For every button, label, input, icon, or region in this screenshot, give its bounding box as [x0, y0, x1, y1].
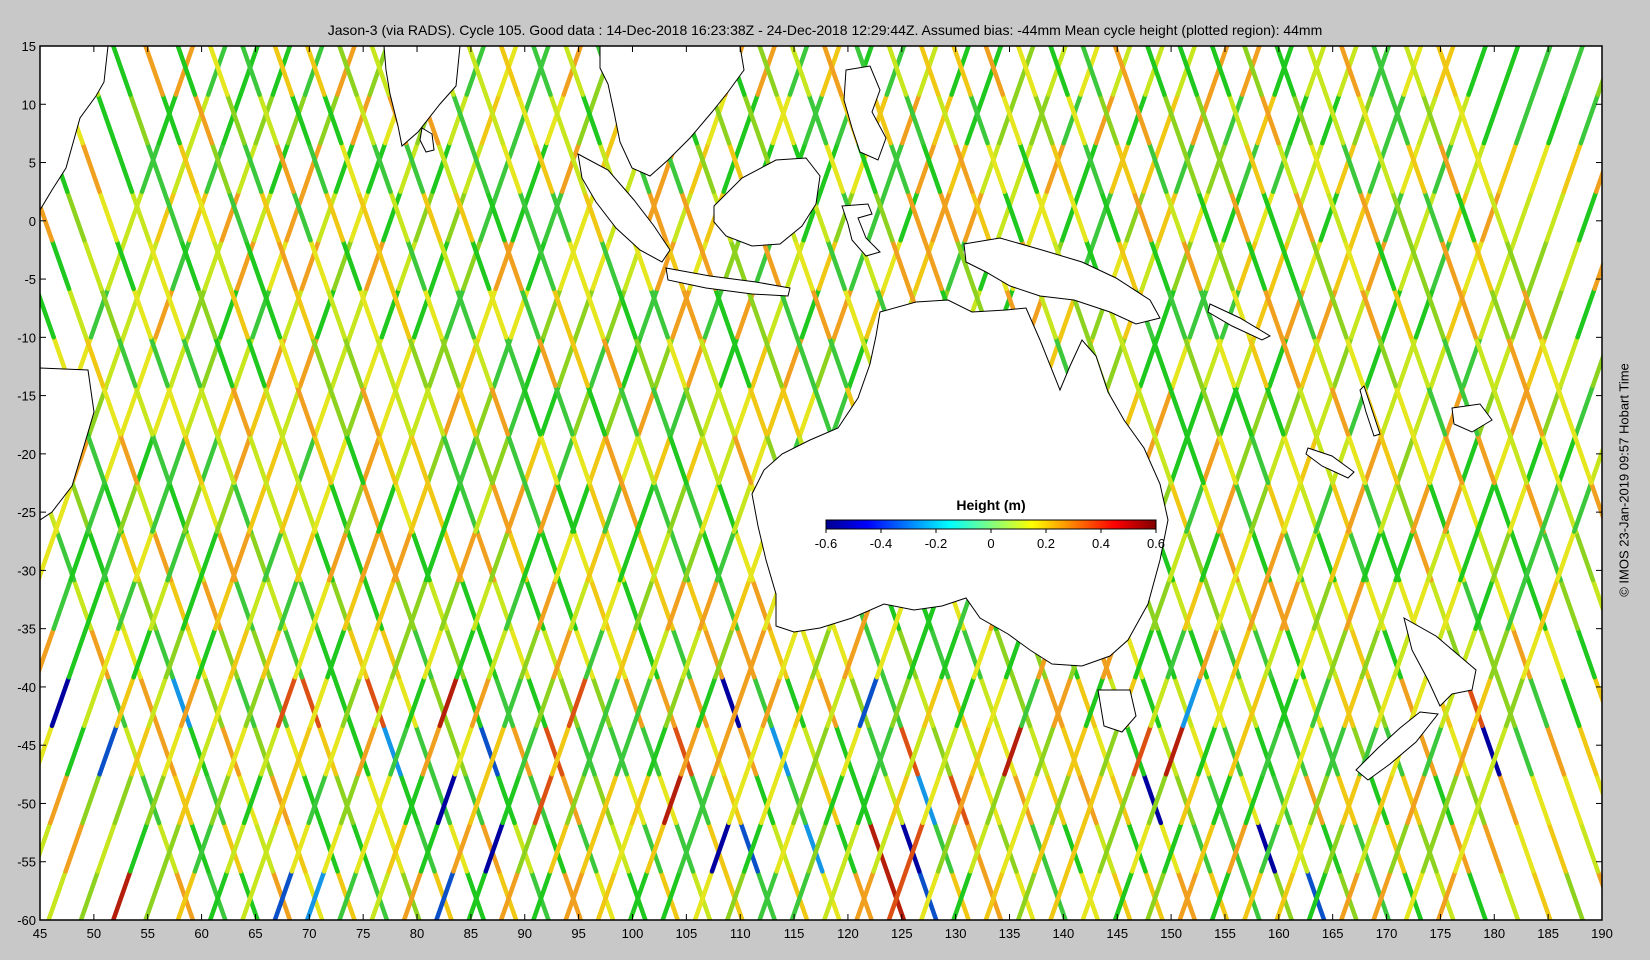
- x-tick-label: 80: [410, 926, 424, 941]
- y-tick-label: 0: [29, 214, 36, 229]
- colorbar-bar: [825, 519, 1157, 530]
- track-segment: [1644, 192, 1650, 241]
- colorbar-label: Height (m): [956, 497, 1025, 513]
- y-tick-label: -45: [17, 738, 36, 753]
- x-tick-label: 90: [518, 926, 532, 941]
- sea-surface-height-map: 45 50 55 60 65 70 75 80 85 90 95 100 105 110 115 120 125…: [0, 39, 1650, 941]
- track-segment: [1644, 726, 1650, 775]
- x-tick-label: 55: [140, 926, 154, 941]
- y-tick-label: -10: [17, 330, 36, 345]
- y-tick-label: -15: [17, 389, 36, 404]
- x-tick-label: 45: [33, 926, 47, 941]
- y-tick-label: -55: [17, 855, 36, 870]
- track-segment: [1629, 143, 1646, 192]
- track-segment: [3, 192, 20, 241]
- track-segment: [1630, 871, 1647, 920]
- track-segment: [1612, 726, 1629, 775]
- y-tick-label: 15: [22, 39, 36, 54]
- track-segment: [1610, 289, 1627, 338]
- track-segment: [0, 240, 4, 289]
- x-tick-label: 135: [999, 926, 1021, 941]
- track-segment: [1613, 95, 1630, 144]
- track-segment: [1646, 95, 1650, 144]
- x-tick-label: 95: [571, 926, 585, 941]
- track-segment: [0, 337, 6, 386]
- x-tick-label: 180: [1483, 926, 1505, 941]
- track-segment: [1613, 823, 1630, 872]
- x-tick-label: 50: [87, 926, 101, 941]
- y-tick-label: -35: [17, 622, 36, 637]
- track-segment: [1, 95, 18, 144]
- track-segment: [1612, 192, 1629, 241]
- x-tick-label: 170: [1376, 926, 1398, 941]
- track-segment: [0, 143, 3, 192]
- y-tick-label: -5: [24, 272, 36, 287]
- track-segment: [0, 46, 1, 95]
- colorbar-background: [778, 500, 1120, 510]
- track-segment: [1642, 629, 1650, 678]
- colorbar-tick-label: 0: [987, 536, 994, 551]
- x-tick-label: 70: [302, 926, 316, 941]
- track-segment: [0, 677, 4, 726]
- x-tick-label: 175: [1430, 926, 1452, 941]
- track-segment: [0, 871, 1, 920]
- y-tick-label: -30: [17, 563, 36, 578]
- track-segment: [1627, 677, 1644, 726]
- x-tick-label: 155: [1214, 926, 1236, 941]
- y-tick-label: -50: [17, 796, 36, 811]
- x-tick-label: 185: [1537, 926, 1559, 941]
- x-tick-label: 130: [945, 926, 967, 941]
- track-segment: [1627, 240, 1644, 289]
- track-segment: [1646, 823, 1650, 872]
- x-tick-label: 140: [1053, 926, 1075, 941]
- colorbar-tick-label: -0.4: [870, 536, 892, 551]
- y-tick-label: -20: [17, 447, 36, 462]
- track-segment: [1629, 774, 1646, 823]
- track-segment: [1, 823, 18, 872]
- x-tick-label: 145: [1106, 926, 1128, 941]
- x-tick-label: 100: [622, 926, 644, 941]
- x-tick-label: 120: [837, 926, 859, 941]
- y-tick-label: 5: [29, 156, 36, 171]
- y-tick-label: -25: [17, 505, 36, 520]
- x-tick-label: 75: [356, 926, 370, 941]
- x-tick-label: 190: [1591, 926, 1613, 941]
- x-tick-label: 60: [194, 926, 208, 941]
- x-tick-label: 65: [248, 926, 262, 941]
- track-segment: [0, 580, 6, 629]
- colorbar-tick-label: 0.2: [1037, 536, 1055, 551]
- x-tick-label: 165: [1322, 926, 1344, 941]
- x-tick-label: 85: [464, 926, 478, 941]
- x-tick-label: 125: [891, 926, 913, 941]
- x-tick-label: 110: [730, 926, 751, 941]
- track-segment: [0, 774, 3, 823]
- colorbar-tick-label: -0.2: [925, 536, 947, 551]
- x-tick-label: 105: [675, 926, 697, 941]
- credit-text: © IMOS 23-Jan-2019 09:57 Hobart Time: [1616, 363, 1632, 597]
- y-tick-label: 10: [22, 97, 36, 112]
- x-tick-label: 150: [1160, 926, 1182, 941]
- y-tick-label: -60: [17, 913, 36, 928]
- x-tick-label: 160: [1268, 926, 1290, 941]
- colorbar-tick-label: 0.4: [1092, 536, 1110, 551]
- x-tick-label: 115: [784, 926, 805, 941]
- colorbar-tick-label: 0.6: [1147, 536, 1165, 551]
- y-tick-label: -40: [17, 680, 36, 695]
- track-segment: [1642, 289, 1650, 338]
- track-segment: [1610, 629, 1627, 678]
- colorbar-tick-label: -0.6: [815, 536, 837, 551]
- track-segment: [1630, 46, 1647, 95]
